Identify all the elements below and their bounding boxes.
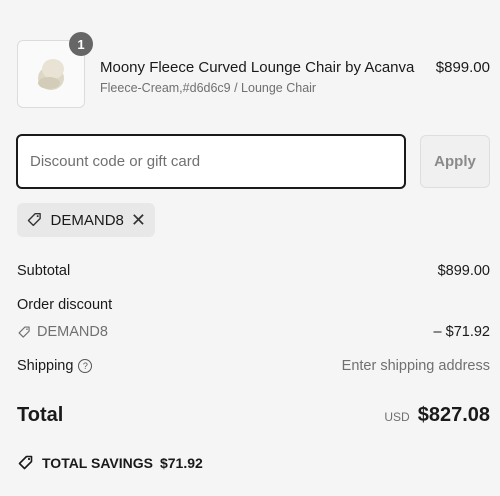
line-item: 1 Moony Fleece Curved Lounge Chair by Ac… [17,32,490,108]
subtotal-label: Subtotal [17,263,71,279]
lounge-chair-icon [38,59,64,90]
shipping-label: Shipping [17,358,74,374]
applied-discount-code: DEMAND8 [50,211,124,229]
shipping-value: Enter shipping address [341,358,490,374]
tag-icon [18,455,33,470]
quantity-badge: 1 [69,32,93,56]
subtotal-row: Subtotal $899.00 [17,263,490,279]
discount-code-row: DEMAND8 – $71.92 [17,324,490,344]
tag-icon [18,326,30,338]
applied-discount-chip: DEMAND8 ✕ [17,203,155,237]
product-name: Moony Fleece Curved Lounge Chair by Acan… [100,59,415,76]
order-discount-label: Order discount [17,297,113,313]
discount-code-input[interactable] [16,134,406,189]
shipping-row: Shipping? Enter shipping address [17,358,490,374]
product-variant: Fleece-Cream,#d6d6c9 / Lounge Chair [100,81,317,95]
total-savings: TOTAL SAVINGS $71.92 [17,454,203,472]
total-label: Total [17,404,64,426]
order-discount-row: Order discount [17,297,490,313]
total-row: USD $827.08 [384,404,490,427]
savings-value: $71.92 [159,455,203,471]
apply-button[interactable]: Apply [420,135,490,188]
currency-code: USD [384,410,410,424]
discount-value: – $71.92 [433,324,490,340]
savings-label: TOTAL SAVINGS [42,455,153,471]
remove-discount-icon[interactable]: ✕ [131,211,146,229]
product-price: $899.00 [435,59,490,76]
total-amount: $827.08 [417,404,490,426]
help-icon[interactable]: ? [78,359,93,373]
tag-icon [27,212,41,227]
discount-code-label: DEMAND8 [37,324,108,340]
product-thumbnail: 1 [17,32,93,108]
subtotal-value: $899.00 [437,263,490,279]
